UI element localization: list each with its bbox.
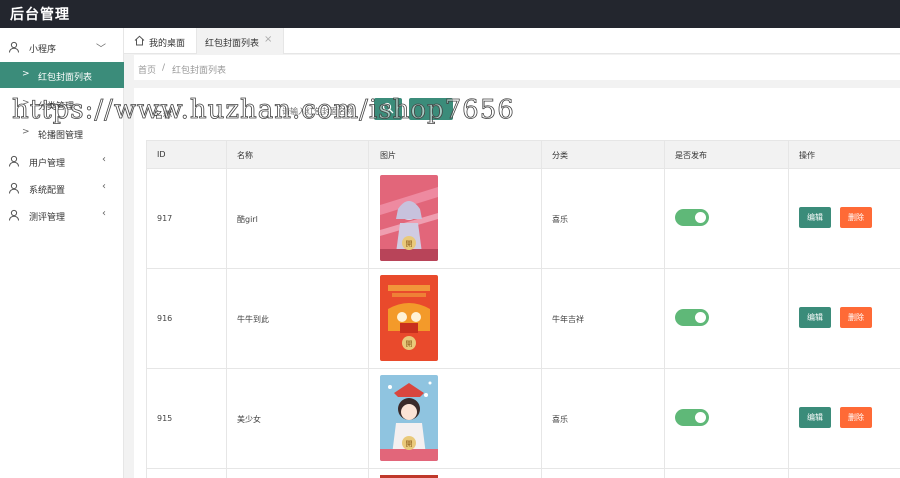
cover-thumbnail: 開 <box>380 375 438 461</box>
cell-name: 美少女 <box>237 415 261 424</box>
toggle-knob <box>695 312 706 323</box>
cell-name: 酷girl <box>237 215 258 224</box>
chevron-left-icon: ‹ <box>102 208 106 219</box>
sidebar-subitem-label: 轮播图管理 <box>38 131 84 141</box>
cell-id: 917 <box>157 214 173 223</box>
delete-button[interactable]: 删除 <box>840 207 872 228</box>
cell-category: 喜乐 <box>552 415 568 424</box>
sidebar-item-label: 小程序 <box>29 45 57 55</box>
sidebar-item-miniprogram[interactable]: 小程序 ﹀ <box>0 34 124 60</box>
top-bar: 后台管理 <box>0 0 900 28</box>
sidebar-item-evaluation[interactable]: 测评管理 ‹ <box>0 202 124 228</box>
publish-toggle[interactable] <box>675 209 709 226</box>
column-divider <box>664 141 665 478</box>
column-header-category: 分类 <box>552 151 568 160</box>
delete-button[interactable]: 删除 <box>840 307 872 328</box>
breadcrumb-current: 红包封面列表 <box>172 66 227 76</box>
sidebar-subitem-label: 红包封面列表 <box>38 73 93 83</box>
breadcrumb: 首页 / 红包封面列表 <box>134 55 900 80</box>
svg-text:開: 開 <box>406 240 413 248</box>
cell-id: 915 <box>157 414 173 423</box>
column-divider <box>788 141 789 478</box>
cell-category: 喜乐 <box>552 215 568 224</box>
edit-button[interactable]: 编辑 <box>799 307 831 328</box>
tab-bar: 我的桌面 红包封面列表 × <box>124 28 900 54</box>
column-header-actions: 操作 <box>799 151 815 160</box>
tab-label: 红包封面列表 <box>205 39 260 49</box>
home-icon <box>134 35 145 46</box>
user-icon <box>9 41 19 53</box>
sidebar-item-label: 系统配置 <box>29 186 66 196</box>
sidebar-item-system[interactable]: 系统配置 ‹ <box>0 175 124 201</box>
breadcrumb-home[interactable]: 首页 <box>138 63 156 76</box>
chevron-right-icon: > <box>22 127 30 137</box>
sidebar-item-users[interactable]: 用户管理 ‹ <box>0 148 124 174</box>
chevron-down-icon: ﹀ <box>96 44 106 55</box>
toggle-knob <box>695 212 706 223</box>
publish-toggle[interactable] <box>675 309 709 326</box>
edit-button[interactable]: 编辑 <box>799 407 831 428</box>
cover-image: 開 <box>380 275 438 361</box>
chevron-left-icon: ‹ <box>102 181 106 192</box>
tab-cover-list[interactable]: 红包封面列表 × <box>196 28 284 54</box>
delete-button[interactable]: 删除 <box>840 407 872 428</box>
cover-table: ID 名称 图片 分类 是否发布 操作 917 酷girl 開 喜乐 编辑 删除… <box>146 140 900 478</box>
cover-thumbnail: 開 <box>380 275 438 361</box>
cover-thumbnail: 開 <box>380 175 438 261</box>
column-header-name: 名称 <box>237 151 253 160</box>
tab-home[interactable]: 我的桌面 <box>128 28 194 54</box>
svg-text:開: 開 <box>406 340 413 348</box>
column-header-image: 图片 <box>380 151 396 160</box>
sidebar-item-label: 用户管理 <box>29 159 66 169</box>
tab-label: 我的桌面 <box>149 39 186 49</box>
user-icon <box>9 182 19 194</box>
column-divider <box>368 141 369 478</box>
user-icon <box>9 209 19 221</box>
chevron-right-icon: > <box>22 69 30 79</box>
cover-image: 開 <box>380 175 438 261</box>
cover-image: 開 <box>380 375 438 461</box>
list-card: 名称 ID 名称 图片 分类 是否发布 操作 917 酷girl <box>134 88 900 478</box>
toggle-knob <box>695 412 706 423</box>
sidebar-item-label: 测评管理 <box>29 213 66 223</box>
cell-category: 牛年吉祥 <box>552 315 584 324</box>
column-header-published: 是否发布 <box>675 151 707 160</box>
watermark: https://www.huzhan.com/ishop7656 <box>12 95 515 126</box>
sidebar-subitem-cover-list[interactable]: > 红包封面列表 <box>0 62 124 88</box>
close-icon[interactable]: × <box>264 34 272 45</box>
publish-toggle[interactable] <box>675 409 709 426</box>
column-divider <box>541 141 542 478</box>
chevron-left-icon: ‹ <box>102 154 106 165</box>
app-title: 后台管理 <box>10 7 70 23</box>
breadcrumb-separator: / <box>162 63 166 73</box>
svg-text:開: 開 <box>406 440 413 448</box>
column-header-id: ID <box>157 150 166 159</box>
column-divider <box>226 141 227 478</box>
edit-button[interactable]: 编辑 <box>799 207 831 228</box>
cell-name: 牛牛到此 <box>237 315 269 324</box>
cell-id: 916 <box>157 314 173 323</box>
user-icon <box>9 155 19 167</box>
